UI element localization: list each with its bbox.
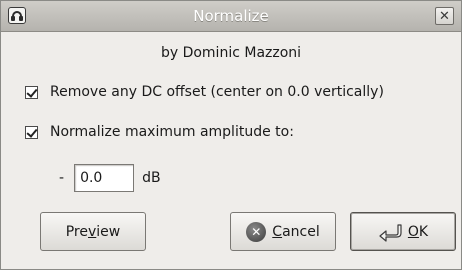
remove-dc-label: Remove any DC offset (center on 0.0 vert… — [50, 84, 384, 100]
ok-label-post: K — [418, 223, 429, 240]
amplitude-unit: dB — [142, 170, 161, 186]
normalize-amplitude-checkbox[interactable] — [25, 125, 38, 139]
preview-label-post: iew — [96, 223, 121, 240]
preview-label-pre: Pre — [65, 223, 88, 240]
ok-arrow-icon — [379, 223, 402, 242]
normalize-dialog: Normalize ✕ by Dominic Mazzoni Remove an… — [0, 0, 462, 270]
remove-dc-option[interactable]: Remove any DC offset (center on 0.0 vert… — [25, 84, 384, 100]
preview-label-mnemonic: v — [88, 223, 97, 240]
normalize-amplitude-label: Normalize maximum amplitude to: — [50, 124, 294, 140]
cancel-label-mnemonic: C — [272, 223, 283, 240]
amplitude-row: - dB — [59, 164, 161, 192]
window-title: Normalize — [193, 7, 269, 25]
ok-label-mnemonic: O — [407, 223, 419, 240]
remove-dc-checkbox[interactable] — [25, 85, 38, 99]
author-label: by Dominic Mazzoni — [160, 45, 302, 61]
preview-button[interactable]: Pre v iew — [40, 212, 146, 251]
normalize-amplitude-option[interactable]: Normalize maximum amplitude to: — [25, 124, 294, 140]
cancel-label-post: ancel — [282, 223, 320, 240]
cancel-button[interactable]: ✕ Cancel — [230, 212, 336, 251]
close-icon[interactable]: ✕ — [435, 7, 454, 25]
ok-button[interactable]: OK — [350, 212, 456, 251]
amplitude-input[interactable] — [74, 164, 135, 192]
amplitude-sign: - — [59, 170, 65, 186]
cancel-icon: ✕ — [246, 221, 267, 242]
title-bar[interactable]: Normalize ✕ — [1, 1, 461, 32]
